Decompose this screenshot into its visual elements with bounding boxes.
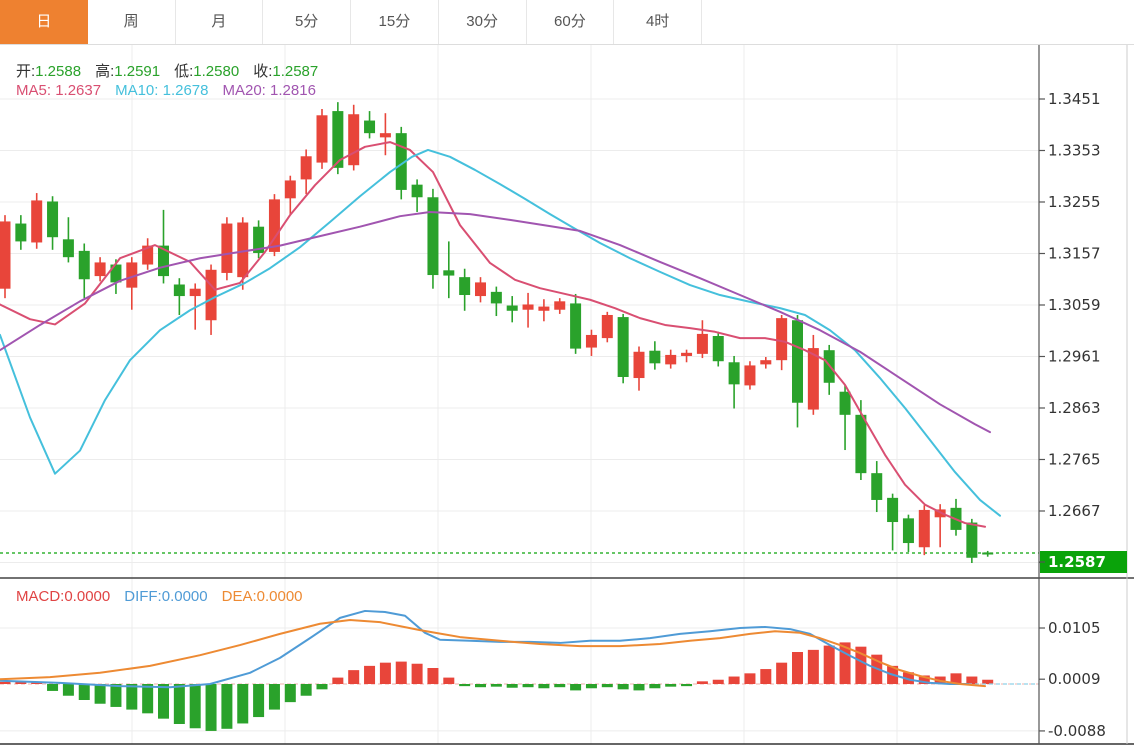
ma20-legend: MA20: 1.2816: [223, 82, 316, 99]
tab-5分[interactable]: 5分: [263, 0, 351, 44]
price-axis: 1.3451 1.3353 1.3255 1.3157 1.3059 1.2961 1.28…: [1039, 90, 1101, 571]
ma-legend: MA5: 1.2637 MA10: 1.2678 MA20: 1.2816: [16, 82, 316, 99]
open-label: 开:: [16, 63, 35, 80]
ma5-line: [0, 142, 985, 527]
axes: [0, 45, 1134, 744]
ma10-line: [0, 150, 1000, 516]
svg-text:1.2667: 1.2667: [1048, 502, 1101, 520]
high-value: 1.2591: [114, 63, 160, 80]
tab-60分[interactable]: 60分: [527, 0, 615, 44]
tab-30分[interactable]: 30分: [439, 0, 527, 44]
macd-value: MACD:0.0000: [16, 588, 110, 605]
candlestick-series: [0, 102, 993, 563]
dea-value: DEA:0.0000: [222, 588, 303, 605]
svg-text:-0.0088: -0.0088: [1048, 722, 1106, 740]
svg-text:1.2961: 1.2961: [1048, 347, 1101, 365]
svg-text:1.2587: 1.2587: [1048, 553, 1106, 571]
low-value: 1.2580: [193, 63, 239, 80]
svg-text:1.3451: 1.3451: [1048, 90, 1101, 108]
last-price-badge: 1.2587: [1039, 551, 1127, 573]
open-value: 1.2588: [35, 63, 81, 80]
tab-4时[interactable]: 4时: [614, 0, 702, 44]
ohlc-legend: 开:1.2588 高:1.2591 低:1.2580 收:1.2587: [16, 60, 318, 81]
tab-月[interactable]: 月: [176, 0, 264, 44]
macd-axis: 0.0105 0.0009 -0.0088: [1039, 619, 1106, 740]
svg-text:1.3255: 1.3255: [1048, 193, 1101, 211]
macd-legend: MACD:0.0000 DIFF:0.0000 DEA:0.0000: [16, 588, 303, 605]
diff-line: [0, 611, 968, 687]
diff-value: DIFF:0.0000: [124, 588, 207, 605]
interval-tabbar: 日周月5分15分30分60分4时: [0, 0, 702, 44]
svg-text:1.3059: 1.3059: [1048, 296, 1101, 314]
svg-text:1.2863: 1.2863: [1048, 399, 1101, 417]
ma10-legend: MA10: 1.2678: [115, 82, 208, 99]
close-value: 1.2587: [272, 63, 318, 80]
high-label: 高:: [95, 63, 114, 80]
svg-text:1.3157: 1.3157: [1048, 244, 1101, 262]
low-label: 低:: [174, 63, 193, 80]
dea-line: [0, 620, 985, 686]
grid-lines: [0, 45, 1039, 744]
chart-canvas[interactable]: 1.3451 1.3353 1.3255 1.3157 1.3059 1.2961 1.28…: [0, 0, 1134, 751]
svg-text:1.2765: 1.2765: [1048, 450, 1101, 468]
ma5-legend: MA5: 1.2637: [16, 82, 101, 99]
svg-text:0.0105: 0.0105: [1048, 619, 1101, 637]
svg-text:1.3353: 1.3353: [1048, 141, 1101, 159]
svg-text:0.0009: 0.0009: [1048, 670, 1101, 688]
tab-15分[interactable]: 15分: [351, 0, 439, 44]
close-label: 收:: [253, 63, 272, 80]
tabbar-underline: [0, 44, 1134, 45]
tab-日[interactable]: 日: [0, 0, 88, 44]
tab-周[interactable]: 周: [88, 0, 176, 44]
